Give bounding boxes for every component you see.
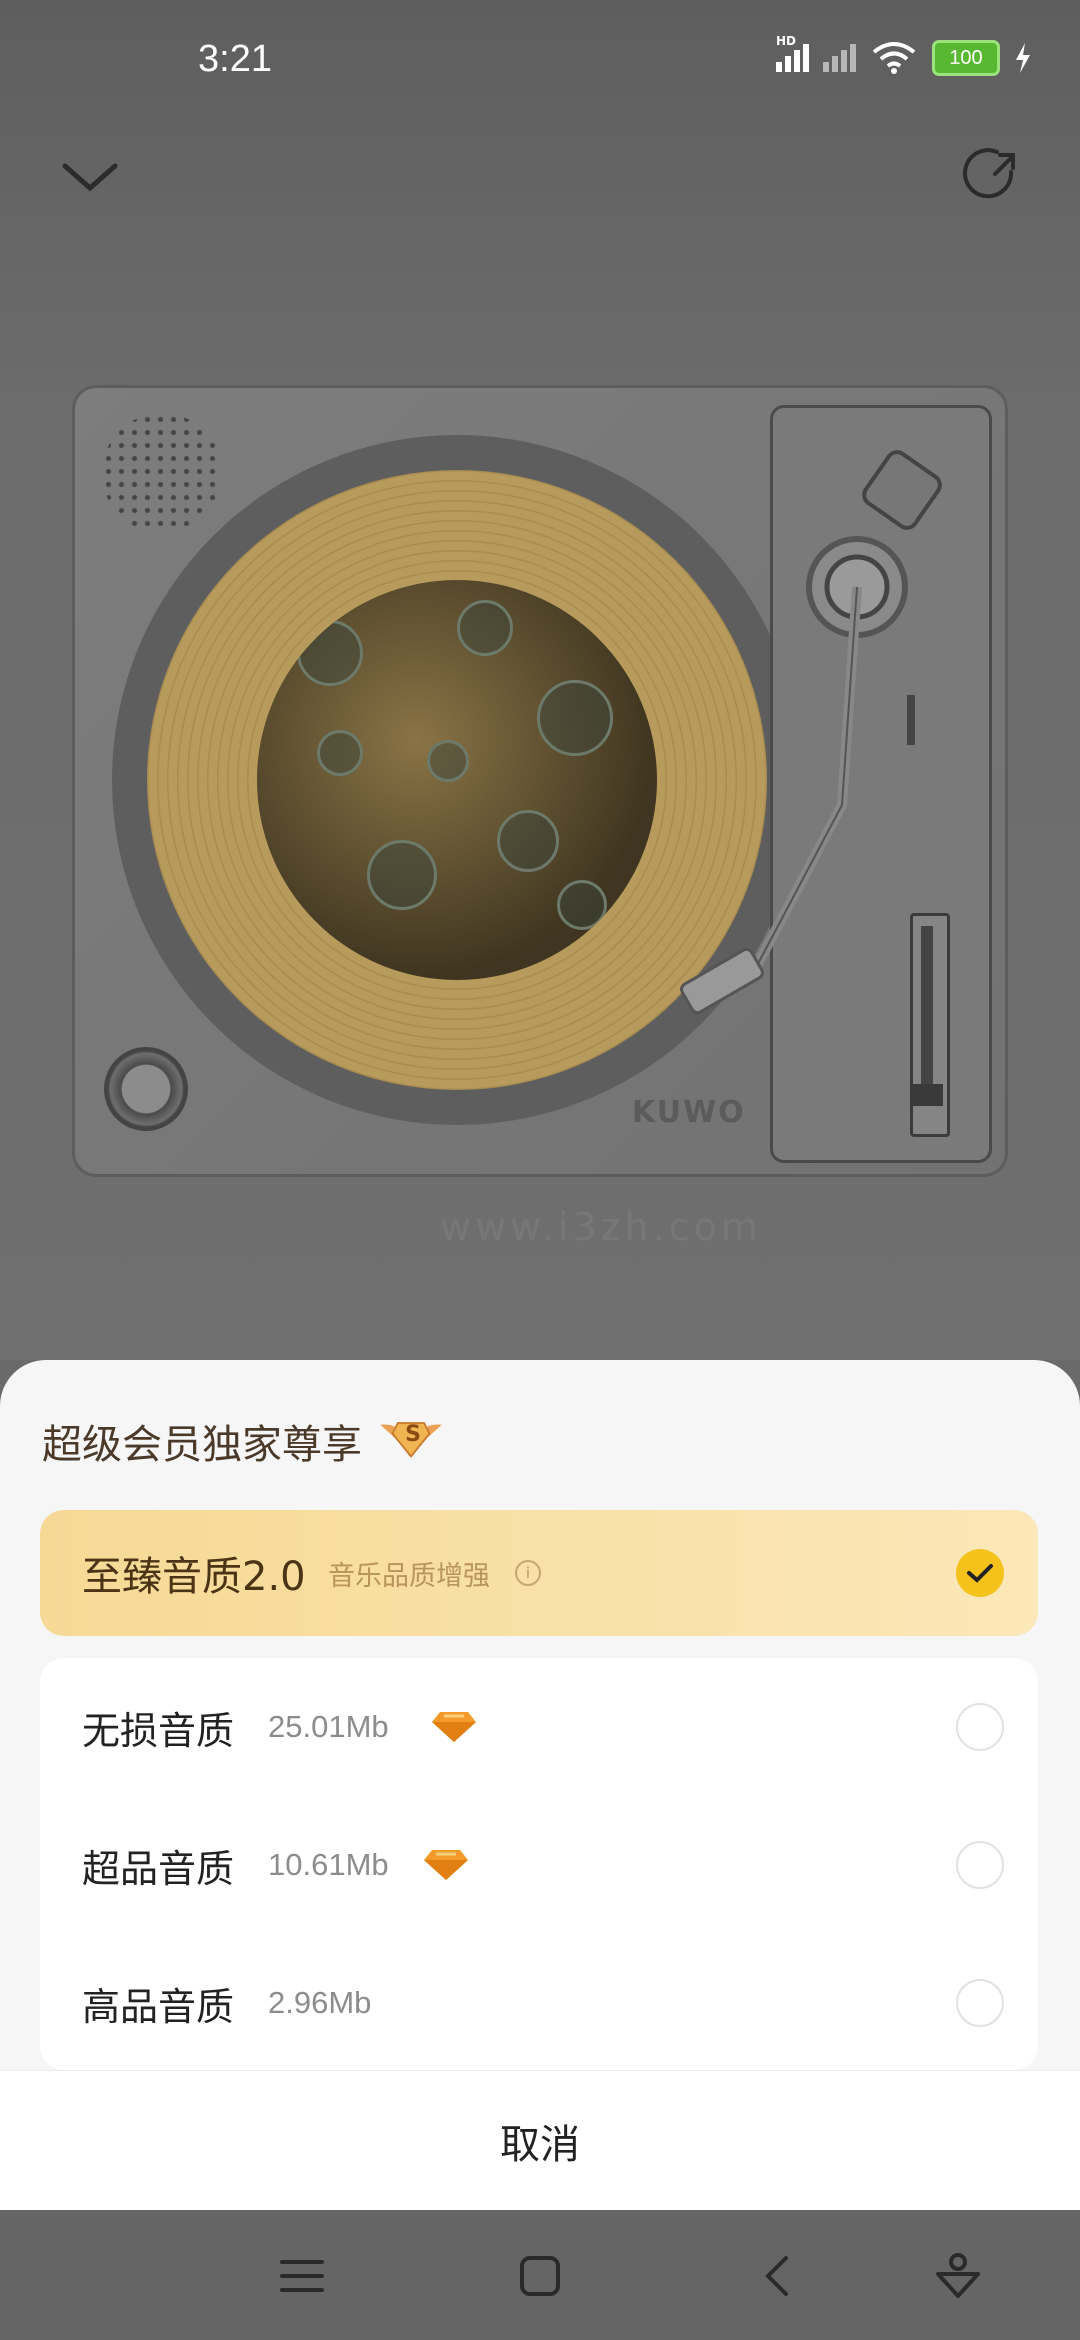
signal-off-icon bbox=[823, 44, 856, 72]
cancel-button[interactable]: 取消 bbox=[0, 2070, 1080, 2211]
sheet-title-text: 超级会员独家尊享 bbox=[42, 1422, 362, 1468]
option-size: 25.01Mb bbox=[268, 1709, 389, 1744]
status-time: 3:21 bbox=[198, 38, 272, 80]
wifi-icon bbox=[872, 42, 916, 74]
checkmark-icon bbox=[956, 1549, 1004, 1597]
back-icon[interactable] bbox=[750, 2248, 806, 2304]
signal-icon: HD bbox=[776, 34, 809, 72]
turntable-artwork: KUWO bbox=[72, 385, 1008, 1177]
option-description: 音乐品质增强 bbox=[328, 1560, 490, 1592]
power-knob bbox=[104, 1047, 188, 1131]
home-icon[interactable] bbox=[512, 2248, 568, 2304]
status-bar: 3:21 HD 100 bbox=[0, 0, 1080, 120]
charging-icon bbox=[1016, 43, 1030, 73]
option-lossless[interactable]: 无损音质 25.01Mb bbox=[40, 1658, 1038, 1796]
radio-unchecked[interactable] bbox=[956, 1979, 1004, 2027]
option-high[interactable]: 高品音质 2.96Mb bbox=[40, 1934, 1038, 2072]
selected-row: 至臻音质2.0 音乐品质增强 i bbox=[40, 1510, 1038, 1636]
pitch-slider bbox=[910, 913, 950, 1137]
radio-unchecked[interactable] bbox=[956, 1841, 1004, 1889]
watermark: www.i3zh.com bbox=[440, 1205, 762, 1249]
radio-unchecked[interactable] bbox=[956, 1703, 1004, 1751]
option-super[interactable]: 超品音质 10.61Mb bbox=[40, 1796, 1038, 1934]
option-label: 无损音质 bbox=[82, 1708, 235, 1753]
badge-letter: S bbox=[405, 1422, 421, 1447]
brand-text: KUWO bbox=[632, 1095, 746, 1130]
assistant-icon[interactable] bbox=[930, 2248, 986, 2304]
collapse-chevron-icon[interactable] bbox=[55, 140, 125, 210]
super-vip-badge-icon: S bbox=[376, 1416, 450, 1466]
speaker-grille bbox=[102, 413, 222, 533]
menu-icon[interactable] bbox=[274, 2248, 330, 2304]
system-navigation-bar bbox=[0, 2210, 1080, 2340]
option-label: 超品音质 bbox=[82, 1846, 235, 1891]
share-icon[interactable] bbox=[955, 140, 1025, 210]
option-label: 至臻音质2.0 bbox=[82, 1554, 306, 1600]
option-zhizhen-selected[interactable]: 至臻音质2.0 音乐品质增强 i bbox=[40, 1510, 1038, 1636]
quality-options-list: 无损音质 25.01Mb 超品音质 10.61Mb 高品音质 2.96Mb bbox=[40, 1658, 1038, 2070]
quality-bottom-sheet: 超级会员独家尊享 S 至臻音质2.0 音乐品质增强 i 无损音质 25.01Mb bbox=[0, 1360, 1080, 2211]
option-label: 高品音质 bbox=[82, 1984, 235, 2029]
battery-indicator: 100 bbox=[932, 40, 1000, 76]
diamond-vip-icon bbox=[432, 1712, 476, 1742]
info-icon[interactable]: i bbox=[515, 1560, 541, 1586]
option-size: 2.96Mb bbox=[268, 1985, 372, 2020]
status-icons: HD 100 bbox=[776, 34, 1032, 76]
network-label: HD bbox=[776, 34, 797, 48]
option-size: 10.61Mb bbox=[268, 1847, 389, 1882]
sheet-title: 超级会员独家尊享 S bbox=[42, 1412, 450, 1470]
diamond-vip-icon bbox=[424, 1850, 468, 1880]
